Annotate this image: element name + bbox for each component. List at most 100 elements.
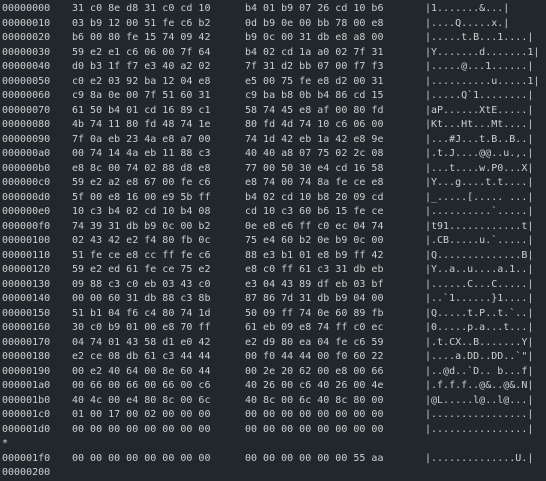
hex-offset: 00000130 [2, 278, 51, 290]
hexdump-line: 00000030 59 e2 e1 c6 06 00 7f 64 b4 02 cd … [0, 46, 546, 61]
ascii-column: |....Q.....x.| [425, 17, 510, 29]
hexdump-line: 00000010 03 b9 12 00 51 fe c6 b2 0d b9 0e … [0, 17, 546, 32]
ascii-column: |Q.....t.P..t.`..| [425, 307, 534, 319]
hex-bytes-first-half: 61 50 b4 01 cd 16 89 c1 [72, 104, 211, 116]
hex-bytes-second-half: 75 e4 60 b2 0e b9 0c 00 [245, 235, 384, 246]
hexdump-line: 000001f0 00 00 00 00 00 00 00 00 00 00 00 … [0, 452, 546, 467]
hex-bytes-second-half: 40 8c 00 6c 40 8c 80 00 [245, 394, 384, 406]
repeat-star: * [2, 438, 9, 449]
hex-bytes-second-half: b4 01 b9 07 26 cd 10 b6 [245, 3, 384, 14]
hex-offset: 00000050 [2, 75, 51, 87]
hex-offset: 00000060 [2, 90, 51, 101]
ascii-column: |..@d..`D.. b...f| [425, 365, 534, 377]
hex-bytes-first-half: c0 e2 03 92 ba 12 04 e8 [72, 75, 211, 87]
hex-bytes-first-half: 59 e2 a2 e8 67 00 fe c6 [72, 177, 211, 188]
hex-bytes-first-half: 30 c0 b9 01 00 e8 70 ff [72, 322, 211, 333]
hex-bytes-first-half: 00 e2 40 64 00 8e 60 44 [72, 365, 211, 377]
ascii-column: |..............U.| [425, 452, 534, 464]
hex-offset: 00000020 [2, 32, 51, 43]
hex-bytes-second-half: 00 2e 20 62 00 e8 00 66 [245, 365, 384, 377]
hexdump-repeat-marker: * [0, 437, 546, 452]
hex-bytes-first-half: e2 ce 08 db 61 c3 44 44 [72, 351, 211, 362]
hex-bytes-second-half: b9 0c 00 31 db e8 a8 00 [245, 32, 384, 43]
hexdump-line: 000000c0 59 e2 a2 e8 67 00 fe c6 e8 74 00 … [0, 176, 546, 191]
hex-offset: 000000b0 [2, 162, 51, 174]
hex-bytes-second-half: 7f 31 d2 bb 07 00 f7 f3 [245, 61, 384, 72]
hex-bytes-first-half: 51 b1 04 f6 c4 80 74 1d [72, 307, 211, 319]
hexdump-line: 00000170 04 74 01 43 58 d1 e0 42 e2 d9 80 … [0, 336, 546, 351]
hex-bytes-second-half: 58 74 45 e8 af 00 80 fd [245, 104, 384, 116]
ascii-column: |.t.CX..B.......Y| [425, 336, 534, 348]
ascii-column: |@L.....l@..l@...| [425, 394, 534, 406]
ascii-column: |...t....w.P0...X| [425, 162, 534, 174]
hex-bytes-second-half: e8 74 00 74 8a fe ce e8 [245, 177, 384, 188]
hex-offset: 00000010 [2, 17, 51, 29]
hex-offset: 00000040 [2, 61, 51, 72]
hex-bytes-second-half: e3 04 43 89 df eb 03 bf [245, 278, 384, 290]
ascii-column: |.f.f.f..@&..@&.N| [425, 380, 534, 391]
hex-offset: 000000a0 [2, 148, 51, 159]
hex-bytes-first-half: c9 8a 0e 00 7f 51 60 31 [72, 90, 211, 101]
hex-bytes-second-half: e5 00 75 fe e8 d2 00 31 [245, 75, 384, 87]
hexdump-line: 00000100 02 43 42 e2 f4 80 fb 0c 75 e4 60 … [0, 234, 546, 249]
hex-bytes-second-half: cd 10 c3 60 b6 15 fe ce [245, 206, 384, 217]
hex-bytes-first-half: 09 88 c3 c0 eb 03 43 c0 [72, 278, 211, 290]
terminal-output[interactable]: 00000000 31 c0 8e d8 31 c0 cd 10 b4 01 b9 … [0, 0, 546, 478]
hexdump-line: 00000070 61 50 b4 01 cd 16 89 c1 58 74 45 … [0, 104, 546, 119]
hex-bytes-first-half: e8 8c 00 74 02 88 d8 e8 [72, 162, 211, 174]
hex-offset: 00000200 [2, 467, 51, 478]
hexdump-line: 00000150 51 b1 04 f6 c4 80 74 1d 50 09 ff … [0, 307, 546, 322]
hex-bytes-first-half: 40 4c 00 e4 80 8c 00 6c [72, 394, 211, 406]
hex-bytes-first-half: d0 b3 1f f7 e3 40 a2 02 [72, 61, 211, 72]
hex-bytes-second-half: 77 00 50 30 e4 cd 16 58 [245, 162, 384, 174]
hex-offset: 00000160 [2, 322, 51, 333]
hexdump-line: 00000040 d0 b3 1f f7 e3 40 a2 02 7f 31 d2 … [0, 60, 546, 75]
hex-bytes-first-half: 01 00 17 00 02 00 00 00 [72, 409, 211, 420]
hex-offset: 00000110 [2, 249, 51, 261]
hex-offset: 000001b0 [2, 394, 51, 406]
hex-bytes-first-half: b6 00 80 fe 15 74 09 42 [72, 32, 211, 43]
ascii-column: |t91............t| [425, 220, 534, 232]
ascii-column: |.....Q`1........| [425, 90, 534, 101]
hex-bytes-second-half: 88 e3 b1 01 e8 b9 ff 42 [245, 249, 384, 261]
hex-offset: 000001a0 [2, 380, 51, 391]
ascii-column: |..........u.....1| [425, 75, 540, 87]
hexdump-line: 00000180 e2 ce 08 db 61 c3 44 44 00 f0 44 … [0, 350, 546, 365]
hex-bytes-second-half: 00 00 00 00 00 00 55 aa [245, 452, 384, 464]
hex-offset: 00000140 [2, 293, 51, 304]
hex-offset: 000001c0 [2, 409, 51, 420]
hexdump-line: 00000140 00 00 60 31 db 88 c3 8b 87 86 7d … [0, 292, 546, 307]
hex-offset: 000001f0 [2, 452, 51, 464]
ascii-column: |1.......&...| [425, 3, 510, 14]
hex-bytes-first-half: 03 b9 12 00 51 fe c6 b2 [72, 17, 211, 29]
hexdump-line: 00000120 59 e2 ed 61 fe ce 75 e2 e8 c0 ff … [0, 263, 546, 278]
ascii-column: |................| [425, 423, 534, 435]
hexdump-line: 00000110 51 fe ce e8 cc ff fe c6 88 e3 b1 … [0, 249, 546, 264]
hex-offset: 00000000 [2, 3, 51, 14]
hex-bytes-second-half: e8 c0 ff 61 c3 31 db eb [245, 264, 384, 275]
hexdump-line: 000001b0 40 4c 00 e4 80 8c 00 6c 40 8c 00 … [0, 394, 546, 409]
hex-bytes-second-half: 00 00 00 00 00 00 00 00 [245, 409, 384, 420]
hex-bytes-second-half: 50 09 ff 74 0e 60 89 fb [245, 307, 384, 319]
hex-offset: 00000070 [2, 104, 51, 116]
hexdump-line: 00000190 00 e2 40 64 00 8e 60 44 00 2e 20 … [0, 365, 546, 380]
hex-offset: 00000100 [2, 235, 51, 246]
hexdump-line: 000001a0 00 66 00 66 00 66 00 c6 40 26 00 … [0, 379, 546, 394]
ascii-column: |Y...g....t.t....| [425, 177, 534, 188]
hexdump-line: 00000130 09 88 c3 c0 eb 03 43 c0 e3 04 43 … [0, 278, 546, 293]
hex-offset: 00000180 [2, 351, 51, 362]
ascii-column: |Kt...Ht...Mt....| [425, 119, 534, 130]
hex-bytes-second-half: b4 02 cd 1a a0 02 7f 31 [245, 46, 384, 58]
hex-bytes-first-half: 02 43 42 e2 f4 80 fb 0c [72, 235, 211, 246]
hex-bytes-second-half: 0e e8 e6 ff c0 ec 04 74 [245, 220, 384, 232]
hex-bytes-first-half: 59 e2 ed 61 fe ce 75 e2 [72, 264, 211, 275]
ascii-column: |Q..............B| [425, 249, 534, 261]
hexdump-line: 000000a0 00 74 14 4a eb 11 88 c3 40 40 a8 … [0, 147, 546, 162]
hex-bytes-first-half: 10 c3 b4 02 cd 10 b4 08 [72, 206, 211, 217]
ascii-column: |..........`.....| [425, 206, 534, 217]
hex-bytes-first-half: 59 e2 e1 c6 06 00 7f 64 [72, 46, 211, 58]
hex-offset: 000000c0 [2, 177, 51, 188]
hex-offset: 00000170 [2, 336, 51, 348]
hex-bytes-first-half: 4b 74 11 80 fd 48 74 1e [72, 119, 211, 130]
ascii-column: |0.....p.a...t...| [425, 322, 534, 333]
